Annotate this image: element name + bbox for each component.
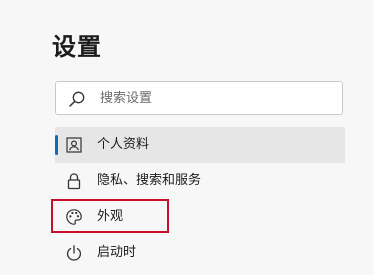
nav-item-profiles[interactable]: 个人资料 bbox=[55, 127, 345, 163]
nav-label-on-startup: 启动时 bbox=[97, 245, 137, 260]
power-icon bbox=[66, 245, 82, 261]
nav-item-on-startup[interactable]: 启动时 bbox=[55, 235, 345, 271]
profile-icon bbox=[66, 137, 82, 153]
page-title: 设置 bbox=[52, 33, 102, 61]
nav-label-appearance: 外观 bbox=[97, 209, 124, 224]
settings-nav: 个人资料 隐私、搜索和服务 外观 启动时 bbox=[55, 127, 345, 271]
palette-icon bbox=[66, 209, 82, 225]
search-icon bbox=[69, 91, 85, 107]
settings-panel: 设置 个人资料 隐私、搜索和服务 bbox=[0, 0, 373, 275]
lock-icon bbox=[67, 173, 81, 190]
search-box[interactable] bbox=[55, 81, 343, 115]
selection-indicator bbox=[55, 135, 58, 155]
search-input[interactable] bbox=[100, 82, 336, 114]
nav-label-profiles: 个人资料 bbox=[97, 137, 150, 152]
nav-label-privacy: 隐私、搜索和服务 bbox=[97, 173, 202, 188]
nav-item-appearance[interactable]: 外观 bbox=[55, 199, 345, 235]
nav-item-privacy[interactable]: 隐私、搜索和服务 bbox=[55, 163, 345, 199]
